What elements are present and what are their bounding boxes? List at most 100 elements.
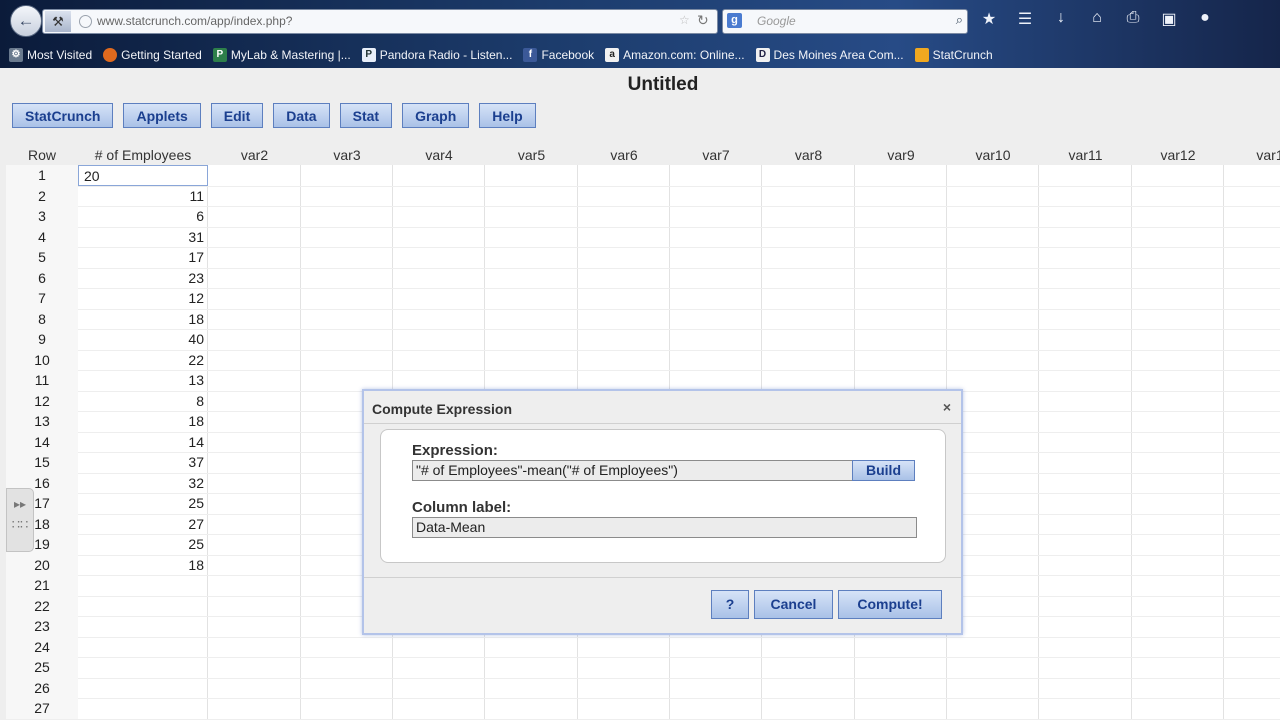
keypad-icon: ∷∷ bbox=[11, 517, 29, 532]
column-header[interactable]: var9 bbox=[855, 145, 947, 165]
expression-label: Expression: bbox=[412, 442, 498, 459]
table-cell[interactable]: 18 bbox=[78, 555, 208, 576]
menu-data[interactable]: Data bbox=[273, 103, 330, 128]
table-cell[interactable]: 25 bbox=[78, 493, 208, 514]
dialog-title: Compute Expression bbox=[372, 401, 513, 417]
dialog-divider bbox=[364, 423, 961, 424]
menu-graph[interactable]: Graph bbox=[402, 103, 470, 128]
search-placeholder[interactable]: Google bbox=[757, 14, 796, 28]
table-cell[interactable]: 27 bbox=[78, 514, 208, 535]
table-cell[interactable]: 17 bbox=[78, 247, 208, 268]
print-icon[interactable]: ⎙ bbox=[1122, 9, 1144, 29]
bookmarks-bar: ⚙ Most Visited Getting Started P MyLab & M… bbox=[0, 42, 1280, 68]
table-cell[interactable]: 23 bbox=[78, 268, 208, 289]
help-button[interactable]: ? bbox=[711, 590, 749, 619]
side-panel-handle[interactable]: ▸▸ ∷∷ bbox=[6, 488, 34, 552]
compute-button[interactable]: Compute! bbox=[838, 590, 942, 619]
column-header[interactable]: # of Employees bbox=[78, 145, 208, 165]
bookmark-des-moines[interactable]: D Des Moines Area Com... bbox=[755, 48, 904, 62]
back-button[interactable]: ← bbox=[10, 5, 42, 37]
column-header[interactable]: var4 bbox=[393, 145, 485, 165]
column-header[interactable]: var3 bbox=[301, 145, 393, 165]
d-icon: D bbox=[755, 48, 770, 62]
table-cell[interactable]: 25 bbox=[78, 534, 208, 555]
column-header[interactable]: var12 bbox=[1132, 145, 1224, 165]
download-icon[interactable]: ↓ bbox=[1050, 9, 1072, 29]
toolbar-icons: ★ ☰ ↓ ⌂ ⎙ ▣ ● bbox=[978, 9, 1216, 29]
menu-help[interactable]: Help bbox=[479, 103, 536, 128]
table-cell[interactable]: 40 bbox=[78, 329, 208, 350]
expression-input[interactable]: "# of Employees"-mean("# of Employees") bbox=[412, 460, 853, 481]
row-number: 5 bbox=[6, 247, 78, 268]
close-icon[interactable]: × bbox=[943, 399, 951, 415]
menu-statcrunch[interactable]: StatCrunch bbox=[12, 103, 114, 128]
star-icon[interactable]: ★ bbox=[978, 9, 1000, 29]
compute-expression-dialog: Compute Expression × Expression: "# of E… bbox=[362, 389, 963, 635]
table-cell[interactable]: 14 bbox=[78, 432, 208, 453]
table-cell[interactable]: 18 bbox=[78, 309, 208, 330]
table-cell[interactable]: 22 bbox=[78, 350, 208, 371]
row-number: 10 bbox=[6, 349, 78, 370]
home-icon[interactable]: ⌂ bbox=[1086, 9, 1108, 29]
firefox-icon bbox=[103, 48, 118, 62]
amazon-icon: a bbox=[605, 48, 620, 62]
column-header[interactable]: var1 bbox=[1224, 145, 1280, 165]
dialog-divider bbox=[364, 577, 961, 578]
back-arrow-icon: ← bbox=[17, 11, 35, 30]
cancel-button[interactable]: Cancel bbox=[754, 590, 833, 619]
menu-edit[interactable]: Edit bbox=[210, 103, 264, 128]
table-cell[interactable]: 12 bbox=[78, 288, 208, 309]
table-cell[interactable]: 6 bbox=[78, 206, 208, 227]
table-cell[interactable]: 32 bbox=[78, 473, 208, 494]
row-number: 23 bbox=[6, 616, 78, 637]
table-cell[interactable]: 37 bbox=[78, 452, 208, 473]
column-header[interactable]: var10 bbox=[947, 145, 1039, 165]
menu-bar: StatCrunch Applets Edit Data Stat Graph … bbox=[12, 103, 536, 128]
reload-icon[interactable]: ↻ bbox=[697, 12, 709, 29]
row-divider bbox=[6, 677, 1280, 679]
table-cell[interactable]: 31 bbox=[78, 227, 208, 248]
search-bar[interactable]: g Google ⌕ bbox=[722, 9, 968, 34]
column-header[interactable]: var11 bbox=[1039, 145, 1132, 165]
table-cell[interactable]: 13 bbox=[78, 370, 208, 391]
column-header[interactable]: var2 bbox=[208, 145, 301, 165]
column-header[interactable]: var6 bbox=[578, 145, 670, 165]
bookmarks-list-icon[interactable]: ☰ bbox=[1014, 9, 1036, 29]
bookmark-mylab[interactable]: P MyLab & Mastering |... bbox=[212, 48, 351, 62]
bookmark-getting-started[interactable]: Getting Started bbox=[103, 48, 202, 62]
chrome-icon[interactable]: ● bbox=[1194, 9, 1216, 29]
google-icon[interactable]: g bbox=[727, 13, 742, 28]
table-cell[interactable]: 8 bbox=[78, 391, 208, 412]
row-number: 24 bbox=[6, 636, 78, 657]
bookmark-statcrunch[interactable]: StatCrunch bbox=[914, 48, 993, 62]
table-cell[interactable]: 11 bbox=[78, 186, 208, 207]
row-number: 21 bbox=[6, 575, 78, 596]
bookmark-most-visited[interactable]: ⚙ Most Visited bbox=[9, 48, 92, 62]
key-icon[interactable]: ⚒ bbox=[45, 11, 71, 32]
menu-stat[interactable]: Stat bbox=[339, 103, 393, 128]
url-text[interactable]: www.statcrunch.com/app/index.php? bbox=[97, 14, 292, 28]
menu-applets[interactable]: Applets bbox=[123, 103, 201, 128]
active-cell[interactable]: 20 bbox=[78, 165, 208, 186]
column-header[interactable]: var7 bbox=[670, 145, 762, 165]
bookmark-amazon[interactable]: a Amazon.com: Online... bbox=[605, 48, 745, 62]
bookmark-facebook[interactable]: f Facebook bbox=[523, 48, 594, 62]
row-number: 13 bbox=[6, 411, 78, 432]
row-number: 8 bbox=[6, 308, 78, 329]
row-number: 25 bbox=[6, 657, 78, 678]
row-number: 22 bbox=[6, 595, 78, 616]
page-title: Untitled bbox=[627, 74, 699, 95]
facebook-icon: f bbox=[523, 48, 538, 62]
addon-icon[interactable]: ▣ bbox=[1158, 9, 1180, 29]
column-label-input[interactable]: Data-Mean bbox=[412, 517, 917, 538]
table-cell[interactable]: 18 bbox=[78, 411, 208, 432]
column-header[interactable]: var5 bbox=[485, 145, 578, 165]
search-icon[interactable]: ⌕ bbox=[956, 12, 963, 28]
row-number: 9 bbox=[6, 329, 78, 350]
bookmark-star-icon[interactable]: ☆ bbox=[679, 13, 690, 27]
build-button[interactable]: Build bbox=[852, 460, 915, 481]
column-header[interactable]: var8 bbox=[762, 145, 855, 165]
row-number: 1 bbox=[6, 165, 78, 186]
bookmark-pandora[interactable]: P Pandora Radio - Listen... bbox=[361, 48, 512, 62]
address-bar[interactable]: ⚒ www.statcrunch.com/app/index.php? ☆ ↻ bbox=[42, 9, 718, 34]
